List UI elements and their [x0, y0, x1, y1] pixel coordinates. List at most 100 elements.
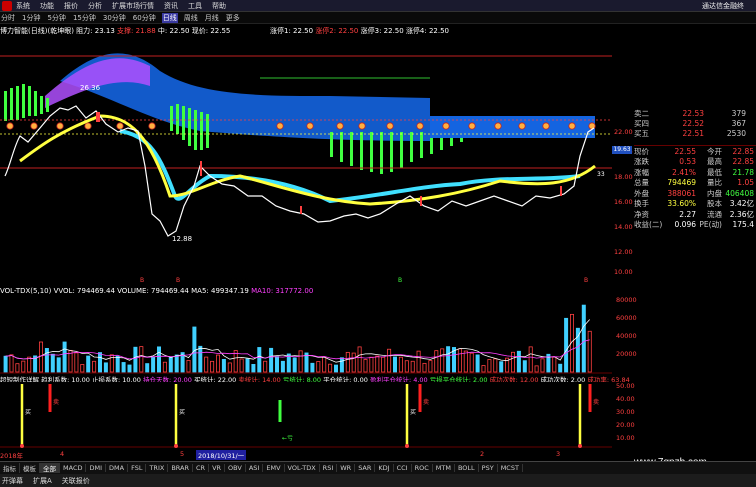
volume-axis-label: 80000 — [616, 296, 637, 304]
volume-bar — [499, 361, 504, 373]
volume-bar — [310, 362, 315, 373]
volume-bar — [269, 347, 274, 373]
target4-label: 涨停4: 22.50 — [405, 27, 450, 35]
period-toolbar: 分时 1分钟 5分钟 15分钟 30分钟 60分钟 日线 周线 月线 更多 — [0, 12, 756, 24]
signal-b-marker: B — [398, 277, 402, 284]
indicator-tab[interactable]: VOL-TDX — [285, 464, 320, 472]
signal-axis-label: 20.00 — [616, 421, 635, 429]
menu-item-help[interactable]: 帮助 — [212, 1, 226, 11]
quote-stat-row: 外盘 388061 内盘 406408 — [634, 188, 756, 199]
indicator-tab[interactable]: CR — [193, 464, 210, 472]
period-tab[interactable]: 5分钟 — [46, 13, 66, 23]
price-axis-label: 10.00 — [614, 268, 633, 276]
indicator-tab[interactable]: OBV — [225, 464, 246, 472]
indicator-tab[interactable]: DMI — [86, 464, 107, 472]
signal-axis-label: 50.00 — [616, 382, 635, 390]
ma5-value: MA5: 499347.19 — [191, 287, 249, 295]
indicator-tab[interactable]: CCI — [394, 464, 412, 472]
volume-bar — [522, 360, 527, 373]
signal-chart[interactable]: 买 卖 买 买 卖 卖 ←亏 — [0, 382, 612, 448]
indicator-tab[interactable]: DMA — [106, 464, 129, 472]
price-axis-label: 14.00 — [614, 223, 633, 231]
indicator-tab[interactable]: ASI — [246, 464, 264, 472]
indicator-tabs: 指标 模板 全部 MACD DMI DMA FSL TRIX BRAR CR VR OBV ASI EMV… — [0, 461, 756, 474]
volume-bar — [174, 354, 179, 373]
volume-legend: VOL-TDX(5,10) VVOL: 794469.44 VOLUME: 79… — [0, 287, 313, 295]
volume-bar — [446, 346, 451, 373]
menu-item-extended-market[interactable]: 扩展市场行情 — [112, 1, 154, 11]
indicator-tab[interactable]: ROC — [412, 464, 433, 472]
volume-axis-label: 40000 — [616, 332, 637, 340]
indicator-tab[interactable]: EMV — [263, 464, 285, 472]
indicator-tab[interactable]: FSL — [128, 464, 147, 472]
indicator-tab[interactable]: SAR — [355, 464, 376, 472]
quote-row: 卖二 22.53 379 — [634, 108, 756, 118]
loss-tag: ←亏 — [282, 435, 293, 442]
quote-stat-label: 涨跌 — [634, 157, 649, 167]
indicator-tab[interactable]: RSI — [320, 464, 338, 472]
signal-b-marker: B — [584, 277, 588, 284]
sell-tag: 卖 — [423, 399, 429, 406]
period-tab[interactable]: 分时 — [0, 13, 16, 23]
menu-item-news[interactable]: 资讯 — [164, 1, 178, 11]
volume-bar — [558, 363, 563, 373]
indicator-tab[interactable]: MCST — [498, 464, 523, 472]
menu-bar: 系统 功能 报价 分析 扩展市场行情 资讯 工具 帮助 通达信金融终 — [0, 0, 756, 12]
period-tab-active[interactable]: 日线 — [161, 12, 178, 23]
target2-label: 涨停2: 22.50 — [315, 27, 359, 35]
price-chart[interactable]: 26.36 12.88 33 B B B B — [0, 36, 612, 284]
indicator-tab[interactable]: TRIX — [146, 464, 169, 472]
volume-bar — [145, 363, 150, 373]
menu-item-tools[interactable]: 工具 — [188, 1, 202, 11]
volume-bar — [98, 352, 103, 373]
volume-bar — [245, 358, 250, 373]
quote-stat-label: 换手 — [634, 199, 649, 209]
status-extend-a[interactable]: 扩展A — [31, 476, 52, 486]
indicator-tab[interactable]: 指标 — [0, 463, 20, 473]
period-tab[interactable]: 60分钟 — [132, 13, 157, 23]
indicator-tab[interactable]: WR — [337, 464, 356, 472]
quote-stat-value: 33.60% — [667, 199, 696, 209]
status-linked-quote[interactable]: 关联报价 — [60, 476, 90, 486]
quote-row-price: 22.53 — [682, 108, 704, 118]
indicator-tab[interactable]: 全部 — [40, 463, 60, 473]
volume-value: VOLUME: 794469.44 — [117, 287, 189, 295]
menu-item-function[interactable]: 功能 — [40, 1, 54, 11]
volume-bar — [44, 348, 49, 373]
signal-axis-label: 40.00 — [616, 395, 635, 403]
indicator-tab[interactable]: KDJ — [375, 464, 394, 472]
status-danmaku[interactable]: 开弹幕 — [0, 476, 23, 486]
quote-panel: 卖二 22.53 379 买四 22.52 367 买五 22.51 2530 … — [634, 108, 756, 258]
quote-stat-row: 涨跌 0.53 最高 22.85 — [634, 157, 756, 168]
indicator-tab[interactable]: PSY — [479, 464, 498, 472]
period-tab[interactable]: 周线 — [183, 13, 199, 23]
menu-item-analysis[interactable]: 分析 — [88, 1, 102, 11]
period-tab[interactable]: 1分钟 — [21, 13, 41, 23]
period-tab[interactable]: 15分钟 — [72, 13, 97, 23]
menu-item-quote[interactable]: 报价 — [64, 1, 78, 11]
target1-label: 涨停1: 22.50 — [270, 27, 314, 35]
volume-bar — [333, 364, 338, 373]
quote-stat-value: 22.55 — [674, 146, 696, 156]
indicator-tab[interactable]: 模板 — [20, 463, 40, 473]
indicator-tab[interactable]: MTM — [433, 464, 455, 472]
volume-bar — [103, 362, 108, 373]
period-tab[interactable]: 月线 — [204, 13, 220, 23]
indicator-tab[interactable]: VR — [209, 464, 226, 472]
quote-stat-value: 0.096 — [674, 220, 696, 230]
indicator-tab[interactable]: BOLL — [455, 464, 479, 472]
target3-label: 涨停3: 22.50 — [360, 27, 404, 35]
volume-chart[interactable] — [0, 296, 612, 374]
quote-row: 买五 22.51 2530 — [634, 128, 756, 138]
menu-item-system[interactable]: 系统 — [16, 1, 30, 11]
period-tab[interactable]: 30分钟 — [102, 13, 127, 23]
period-more-tab[interactable]: 更多 — [225, 13, 241, 23]
resistance-label: 阻力: 23.13 — [76, 27, 115, 35]
volume-bar — [115, 355, 120, 373]
indicator-tab[interactable]: BRAR — [168, 464, 193, 472]
quote-stat-value: 406408 — [725, 188, 754, 198]
indicator-tab[interactable]: MACD — [60, 464, 87, 472]
current-price-tag: 19.63 — [612, 146, 632, 154]
volume-bar — [3, 355, 8, 373]
chart-area[interactable]: 博力智能(日线)(乾坤眼) 阻力: 23.13 支撑: 21.88 中: 22.… — [0, 24, 637, 461]
